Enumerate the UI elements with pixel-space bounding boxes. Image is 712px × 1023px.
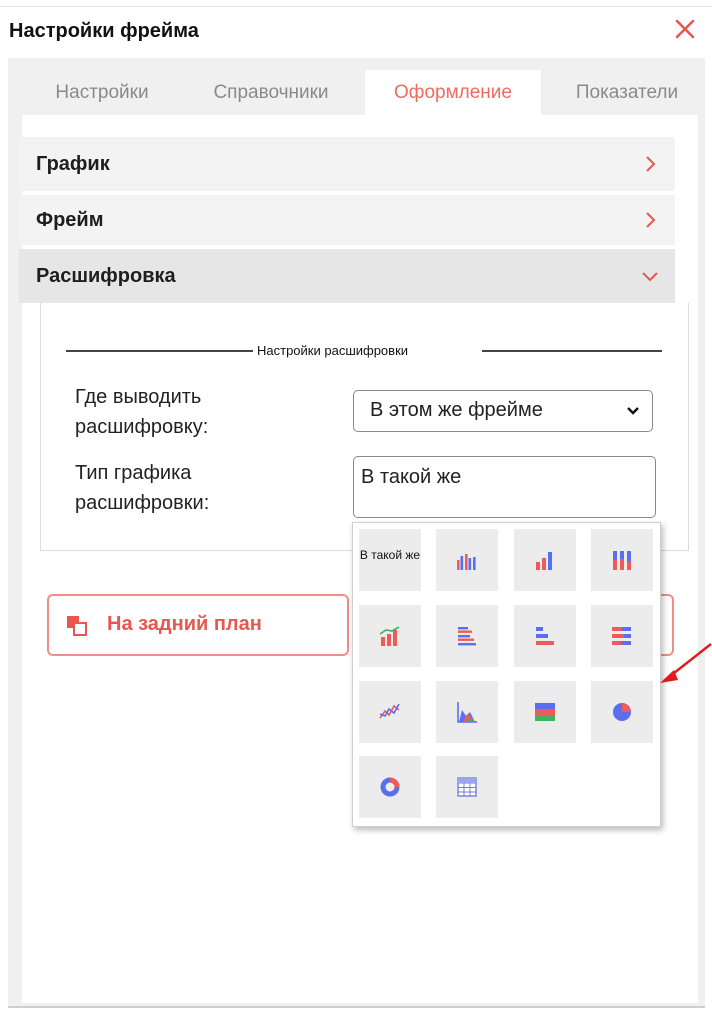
output-location-label: Где выводить расшифровку: xyxy=(75,386,209,438)
tab-dictionaries[interactable]: Справочники xyxy=(191,70,351,115)
chart-type-option-same[interactable]: В такой же xyxy=(359,529,421,591)
table-icon[interactable] xyxy=(436,756,498,818)
send-to-back-label: На задний план xyxy=(107,613,262,635)
section-chart-label: График xyxy=(36,153,110,175)
window-top-border xyxy=(0,6,712,7)
output-location-select[interactable]: В этом же фрейме xyxy=(353,390,653,432)
tab-settings[interactable]: Настройки xyxy=(37,70,167,115)
output-location-value: В этом же фрейме xyxy=(370,399,543,421)
chevron-down-icon xyxy=(626,404,640,418)
clustered-bar-icon[interactable] xyxy=(436,605,498,667)
send-to-back-icon xyxy=(66,615,88,637)
option-same-label: В такой же xyxy=(359,548,421,562)
chart-type-select[interactable]: В такой же xyxy=(353,456,656,518)
section-frame-label: Фрейм xyxy=(36,209,104,231)
chart-type-label: Тип графика расшифровки: xyxy=(75,462,210,514)
tab-appearance[interactable]: Оформление xyxy=(365,70,541,115)
send-to-back-button[interactable]: На задний план xyxy=(47,594,349,656)
dialog-title: Настройки фрейма xyxy=(9,20,199,42)
line-icon[interactable] xyxy=(359,681,421,743)
clustered-column-icon[interactable] xyxy=(436,529,498,591)
section-drilldown[interactable]: Расшифровка xyxy=(19,249,675,303)
column-icon[interactable] xyxy=(514,529,576,591)
area-icon[interactable] xyxy=(436,681,498,743)
section-drilldown-label: Расшифровка xyxy=(36,265,176,287)
bar-icon[interactable] xyxy=(514,605,576,667)
chevron-right-icon xyxy=(641,155,659,173)
chart-type-dropdown: В такой же xyxy=(352,522,661,827)
annotation-arrow-icon xyxy=(657,640,712,688)
stacked-area-icon[interactable] xyxy=(514,681,576,743)
stacked-bar-icon[interactable] xyxy=(591,605,653,667)
stacked-column-icon[interactable] xyxy=(591,529,653,591)
donut-icon[interactable] xyxy=(359,756,421,818)
chevron-down-icon xyxy=(641,267,659,285)
fieldset-line-left xyxy=(66,350,253,352)
chevron-right-icon xyxy=(641,211,659,229)
tab-indicators[interactable]: Показатели xyxy=(551,70,703,115)
section-chart[interactable]: График xyxy=(19,137,675,191)
drilldown-group-title: Настройки расшифровки xyxy=(257,343,409,358)
close-icon[interactable] xyxy=(672,16,698,42)
column-line-combo-icon[interactable] xyxy=(359,605,421,667)
chart-type-value: В такой же xyxy=(361,466,462,488)
pie-icon[interactable] xyxy=(591,681,653,743)
fieldset-line-right xyxy=(482,350,662,352)
section-frame[interactable]: Фрейм xyxy=(19,195,675,245)
